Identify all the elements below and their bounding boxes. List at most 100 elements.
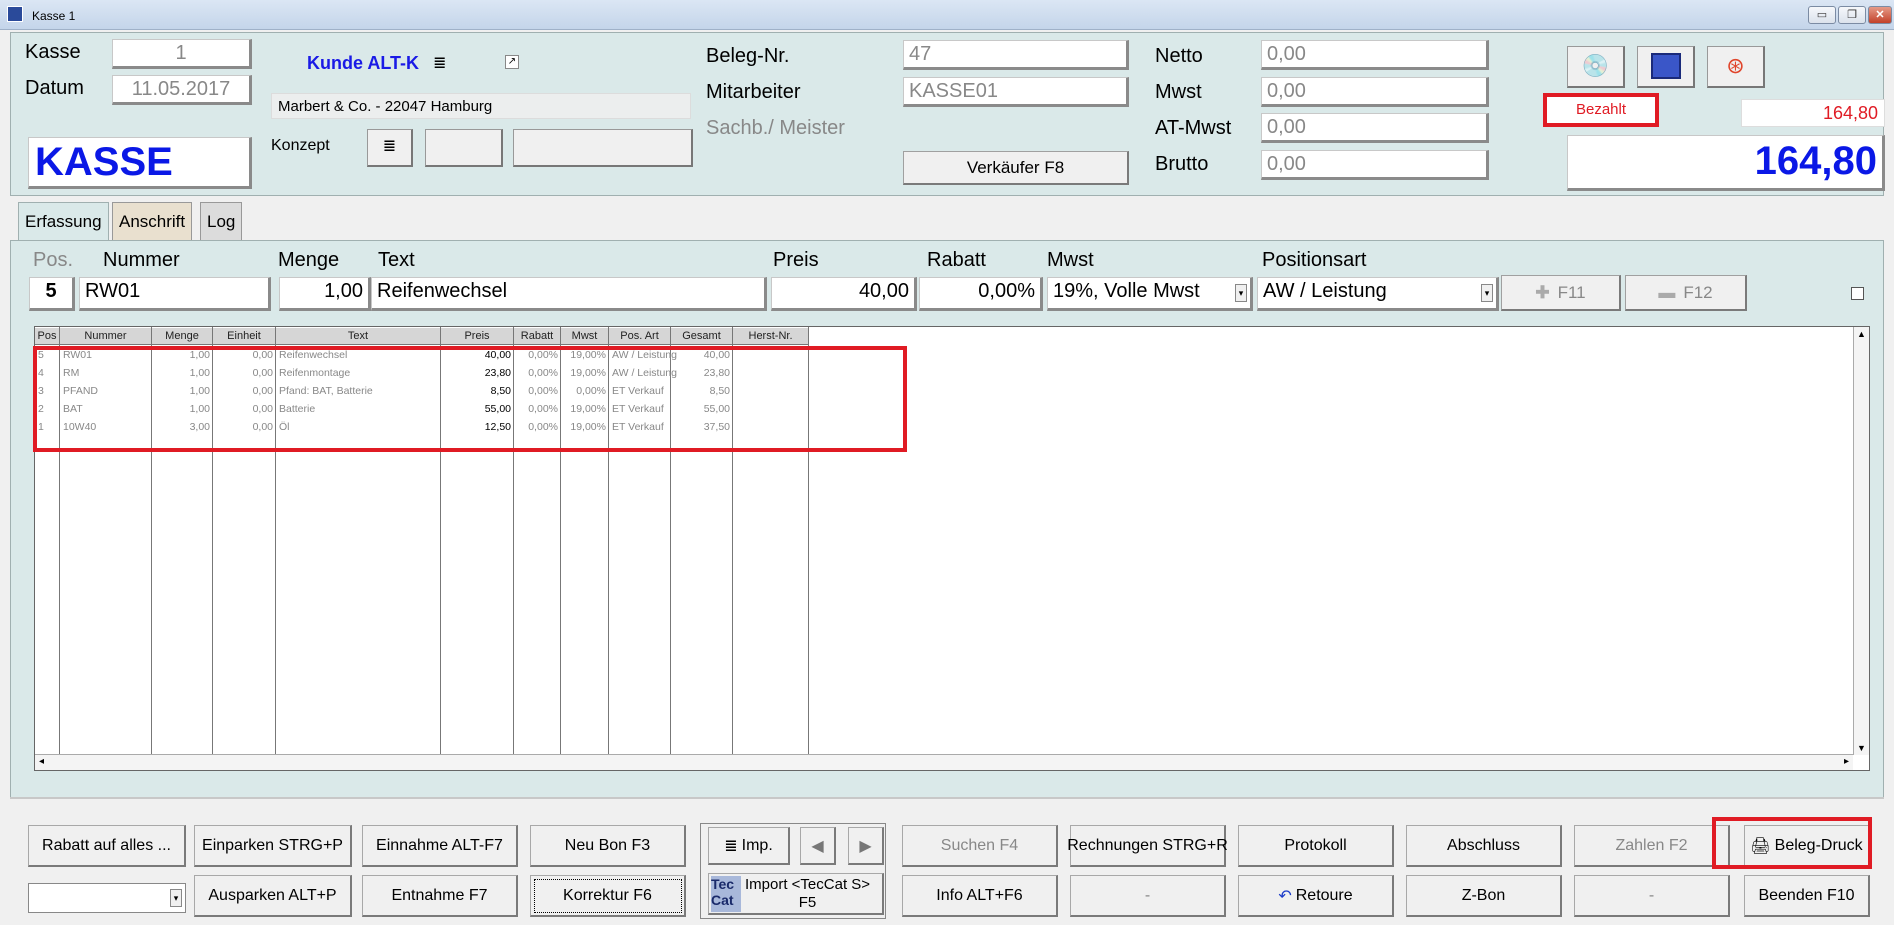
mwst-select-value: 19%, Volle Mwst — [1053, 280, 1200, 302]
chevron-down-icon[interactable]: ▾ — [170, 889, 182, 907]
add-position-button[interactable]: ✚ F11 — [1501, 275, 1621, 311]
mwst-select[interactable]: 19%, Volle Mwst ▾ — [1047, 277, 1253, 311]
import-teccat-button[interactable]: Tec Cat Import <TecCat S> F5 — [708, 873, 884, 915]
menu-lines-icon[interactable]: ≣ — [433, 53, 446, 73]
datum-label: Datum — [25, 77, 84, 99]
column-header-rabatt[interactable]: Rabatt — [514, 328, 561, 345]
datum-field[interactable]: 11.05.2017 — [112, 75, 252, 105]
mwst-field: 0,00 — [1261, 77, 1489, 107]
bottom-select[interactable]: ▾ — [28, 883, 186, 913]
vertical-scrollbar[interactable]: ▲ ▼ — [1853, 327, 1869, 755]
retoure-button[interactable]: ↶ Retoure — [1238, 875, 1394, 917]
mitarbeiter-field[interactable]: KASSE01 — [903, 77, 1129, 107]
column-header-mwst[interactable]: Mwst — [561, 328, 609, 345]
app-icon — [7, 6, 23, 22]
minimize-button[interactable]: ▭ — [1808, 6, 1836, 24]
cash-drawer-icon[interactable]: 💿 — [1567, 46, 1625, 88]
calculator-icon[interactable] — [1637, 46, 1695, 88]
info-button[interactable]: Info ALT+F6 — [902, 875, 1058, 917]
column-header-nummer[interactable]: Nummer — [60, 328, 152, 345]
scroll-down-icon[interactable]: ▼ — [1857, 743, 1866, 753]
tab-anschrift[interactable]: Anschrift — [112, 202, 193, 240]
window-title: Kasse 1 — [32, 9, 76, 23]
f11-label: F11 — [1557, 282, 1586, 302]
scroll-right-icon[interactable]: ▸ — [1844, 756, 1849, 767]
positionsart-label: Positionsart — [1262, 249, 1367, 271]
pos-field[interactable]: 5 — [29, 277, 75, 311]
korrektur-button[interactable]: Korrektur F6 — [530, 875, 686, 917]
neu-bon-button[interactable]: Neu Bon F3 — [530, 825, 686, 867]
column-header-einheit[interactable]: Einheit — [213, 328, 276, 345]
kunde-label[interactable]: Kunde ALT-K — [307, 53, 419, 74]
protokoll-button[interactable]: Protokoll — [1238, 825, 1394, 867]
column-header-herstnr[interactable]: Herst-Nr. — [733, 328, 809, 345]
sachb-label: Sachb./ Meister — [706, 117, 845, 139]
rabatt-field[interactable]: 0,00% — [919, 277, 1043, 311]
remove-position-button[interactable]: ▬ F12 — [1625, 275, 1747, 311]
chevron-down-icon[interactable]: ▾ — [1481, 284, 1493, 302]
einnahme-button[interactable]: Einnahme ALT-F7 — [362, 825, 518, 867]
scroll-left-icon[interactable]: ◂ — [39, 756, 44, 767]
customer-field: Marbert & Co. - 22047 Hamburg — [271, 93, 691, 119]
total-display: 164,80 — [1567, 135, 1885, 191]
konzept-menu-button[interactable]: ≣ — [367, 129, 413, 167]
preis-label: Preis — [773, 249, 819, 271]
column-header-text[interactable]: Text — [276, 328, 441, 345]
konzept-button-2[interactable] — [425, 129, 503, 167]
text-field[interactable]: Reifenwechsel — [371, 277, 767, 311]
horizontal-scrollbar[interactable]: ◂ ▸ — [35, 754, 1853, 770]
empty-button-2[interactable]: - — [1574, 875, 1730, 917]
column-header-pos[interactable]: Pos — [35, 328, 60, 345]
mode-display: KASSE — [28, 137, 252, 189]
empty-button-1[interactable]: - — [1070, 875, 1226, 917]
verkaeufer-button[interactable]: Verkäufer F8 — [903, 151, 1129, 185]
lifebuoy-icon[interactable]: ⊛ — [1707, 46, 1765, 88]
edit-icon[interactable]: ↗ — [505, 55, 519, 69]
kasse-field[interactable]: 1 — [112, 39, 252, 69]
einparken-button[interactable]: Einparken STRG+P — [194, 825, 352, 867]
konzept-button-3[interactable] — [513, 129, 693, 167]
beenden-button[interactable]: Beenden F10 — [1744, 875, 1870, 917]
positionsart-select-value: AW / Leistung — [1263, 280, 1387, 302]
chevron-down-icon[interactable]: ▾ — [1235, 284, 1247, 302]
nummer-field[interactable]: RW01 — [79, 277, 271, 311]
column-header-posart[interactable]: Pos. Art — [609, 328, 671, 345]
mwst-label: Mwst — [1155, 81, 1202, 103]
rabatt-alles-button[interactable]: Rabatt auf alles ... — [28, 825, 186, 867]
highlight-rows-box — [33, 346, 907, 452]
beleg-field[interactable]: 47 — [903, 40, 1129, 70]
retoure-label: Retoure — [1295, 886, 1353, 904]
suchen-button[interactable]: Suchen F4 — [902, 825, 1058, 867]
f12-label: F12 — [1683, 282, 1713, 302]
preis-field[interactable]: 40,00 — [771, 277, 917, 311]
mitarbeiter-label: Mitarbeiter — [706, 81, 801, 103]
beleg-label: Beleg-Nr. — [706, 45, 790, 67]
bottom-toolbar: Rabatt auf alles ... Einparken STRG+P Ei… — [10, 797, 1884, 921]
option-checkbox[interactable] — [1851, 287, 1864, 300]
column-header-gesamt[interactable]: Gesamt — [671, 328, 733, 345]
next-arrow-icon[interactable]: ▶ — [848, 827, 884, 865]
entnahme-button[interactable]: Entnahme F7 — [362, 875, 518, 917]
netto-label: Netto — [1155, 45, 1203, 67]
column-header-preis[interactable]: Preis — [441, 328, 514, 345]
menge-label: Menge — [278, 249, 340, 271]
positionsart-select[interactable]: AW / Leistung ▾ — [1257, 277, 1499, 311]
rechnungen-button[interactable]: Rechnungen STRG+R — [1067, 825, 1228, 867]
zbon-button[interactable]: Z-Bon — [1406, 875, 1562, 917]
abschluss-button[interactable]: Abschluss — [1406, 825, 1562, 867]
tab-log[interactable]: Log — [200, 202, 243, 240]
highlight-print-box — [1712, 817, 1872, 869]
imp-button[interactable]: ≣ Imp. — [708, 827, 790, 865]
scroll-up-icon[interactable]: ▲ — [1857, 329, 1866, 339]
brutto-label: Brutto — [1155, 153, 1209, 175]
tab-erfassung[interactable]: Erfassung — [18, 202, 109, 241]
status-badge: Bezahlt — [1543, 93, 1659, 127]
menge-field[interactable]: 1,00 — [279, 277, 371, 311]
close-button[interactable]: ✕ — [1868, 6, 1892, 24]
zahlen-button[interactable]: Zahlen F2 — [1574, 825, 1730, 867]
prev-arrow-icon[interactable]: ◀ — [800, 827, 836, 865]
maximize-button[interactable]: ❐ — [1838, 6, 1866, 24]
column-header-menge[interactable]: Menge — [152, 328, 213, 345]
nummer-label: Nummer — [103, 249, 180, 271]
ausparken-button[interactable]: Ausparken ALT+P — [194, 875, 352, 917]
